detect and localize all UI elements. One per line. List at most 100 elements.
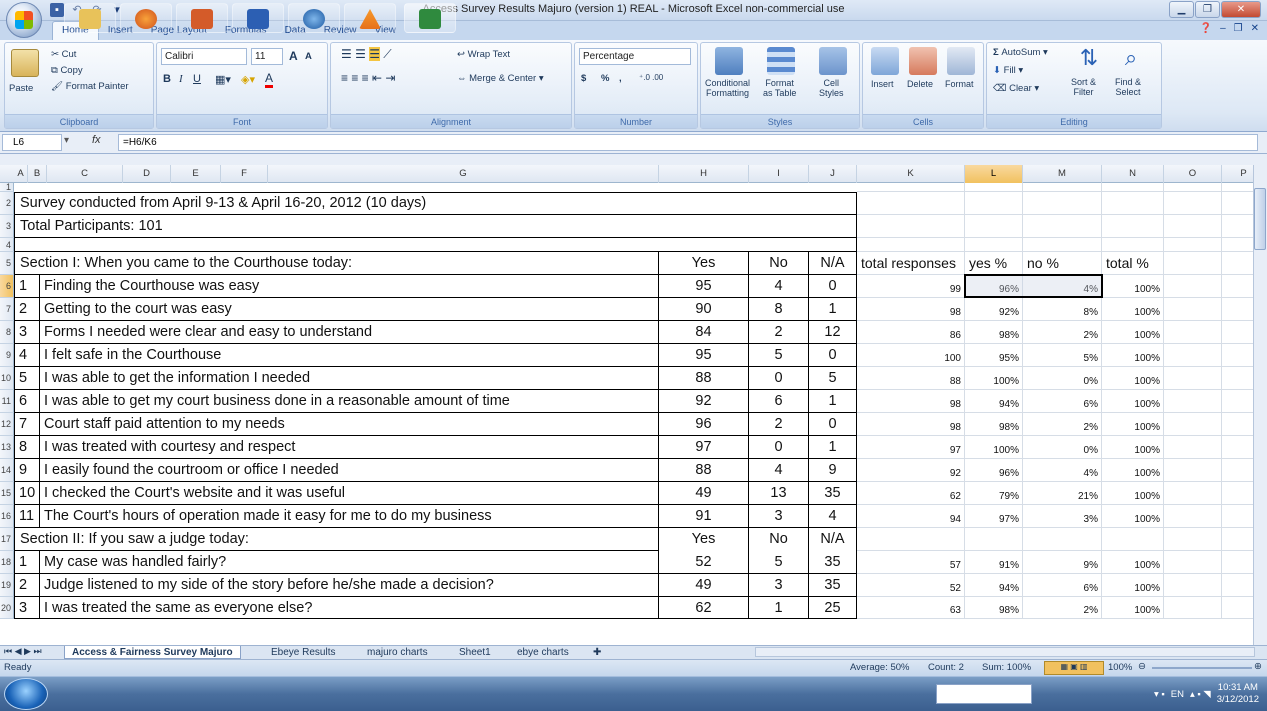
grid-cell[interactable]	[1222, 298, 1253, 321]
no-percent[interactable]: 4%	[1023, 459, 1102, 482]
grid-cell[interactable]	[1222, 367, 1253, 390]
item-number[interactable]: 6	[16, 390, 40, 413]
grid-cell[interactable]	[1102, 192, 1164, 215]
grid-cell[interactable]	[1222, 183, 1253, 192]
paste-icon[interactable]	[11, 49, 39, 77]
tray-flag-icon[interactable]: ▾ ▪	[1154, 689, 1165, 700]
grid-cell[interactable]	[1222, 413, 1253, 436]
view-buttons-icon[interactable]: ▦ ▣ ▥	[1044, 661, 1104, 675]
no-percent[interactable]: 0%	[1023, 367, 1102, 390]
total-responses[interactable]: 92	[857, 459, 965, 482]
total-responses[interactable]: 98	[857, 413, 965, 436]
na-count[interactable]: 0	[809, 413, 857, 436]
row-header[interactable]: 17	[0, 528, 14, 551]
total-responses[interactable]: 97	[857, 436, 965, 459]
question-text[interactable]: The Court's hours of operation made it e…	[40, 505, 659, 528]
grid-cell[interactable]	[857, 215, 965, 238]
no-count[interactable]: 3	[749, 574, 809, 597]
number-format-combo[interactable]: Percentage	[579, 48, 691, 65]
grid-cell[interactable]	[1222, 459, 1253, 482]
grid-cell[interactable]	[1023, 528, 1102, 551]
no-percent[interactable]: 2%	[1023, 413, 1102, 436]
question-text[interactable]: I was treated with courtesy and respect	[40, 436, 659, 459]
grid-cell[interactable]	[1222, 390, 1253, 413]
total-responses[interactable]: 86	[857, 321, 965, 344]
no-count[interactable]: No	[749, 252, 809, 275]
na-count[interactable]: 1	[809, 390, 857, 413]
help-icon[interactable]: ❓	[1200, 23, 1212, 34]
item-number[interactable]: 3	[16, 597, 40, 619]
conditional-formatting-button[interactable]: Conditional Formatting	[705, 78, 750, 98]
delete-button[interactable]: Delete	[907, 79, 933, 89]
no-percent[interactable]: 21%	[1023, 482, 1102, 505]
na-count[interactable]: 5	[809, 367, 857, 390]
item-number[interactable]: 10	[16, 482, 40, 505]
total-responses[interactable]: 57	[857, 551, 965, 574]
cut-button[interactable]: ✂ Cut	[51, 49, 76, 60]
section-text[interactable]: Section I: When you came to the Courthou…	[16, 252, 659, 275]
grid-cell[interactable]	[1164, 367, 1222, 390]
grid-cell[interactable]	[1222, 321, 1253, 344]
grid-cell[interactable]	[1222, 551, 1253, 574]
underline-button[interactable]: U	[193, 73, 201, 85]
na-count[interactable]: 1	[809, 436, 857, 459]
question-text[interactable]: Finding the Courthouse was easy	[40, 275, 659, 298]
autosum-button[interactable]: Σ AutoSum ▾	[993, 47, 1048, 58]
row-header[interactable]: 10	[0, 367, 14, 390]
section-text[interactable]: Survey conducted from April 9-13 & April…	[16, 192, 659, 215]
yes-percent[interactable]: 98%	[965, 597, 1023, 619]
total-percent[interactable]: 100%	[1102, 413, 1164, 436]
grid-cell[interactable]	[965, 528, 1023, 551]
yes-percent[interactable]: 100%	[965, 367, 1023, 390]
grid-cell[interactable]	[1023, 215, 1102, 238]
no-count[interactable]: 0	[749, 436, 809, 459]
grid-cell[interactable]	[1164, 252, 1222, 275]
copy-button[interactable]: ⧉ Copy	[51, 65, 83, 76]
yes-percent[interactable]: 100%	[965, 436, 1023, 459]
column-header-c[interactable]: C	[47, 165, 123, 183]
row-header[interactable]: 1	[0, 183, 14, 192]
column-header-j[interactable]: J	[809, 165, 857, 183]
row-header[interactable]: 7	[0, 298, 14, 321]
column-header-i[interactable]: I	[749, 165, 809, 183]
no-count[interactable]: No	[749, 528, 809, 551]
horizontal-scrollbar[interactable]	[755, 647, 1255, 657]
active-cell-selection[interactable]	[964, 274, 1103, 298]
no-count[interactable]: 5	[749, 344, 809, 367]
tray-clock[interactable]: 10:31 AM 3/12/2012	[1217, 682, 1259, 706]
yes-count[interactable]: 92	[659, 390, 749, 413]
grid-cell[interactable]	[857, 528, 965, 551]
yes-count[interactable]: 90	[659, 298, 749, 321]
column-header-a[interactable]: A	[14, 165, 28, 183]
taskbar-word[interactable]	[232, 3, 284, 33]
no-percent[interactable]: 9%	[1023, 551, 1102, 574]
sheet-tab-sheet1[interactable]: Sheet1	[452, 646, 498, 659]
item-number[interactable]: 8	[16, 436, 40, 459]
na-count[interactable]: 4	[809, 505, 857, 528]
grid-cell[interactable]	[965, 192, 1023, 215]
sheet-tab-ebye-charts[interactable]: ebye charts	[510, 646, 576, 659]
no-count[interactable]: 2	[749, 413, 809, 436]
grid-cell[interactable]	[1164, 436, 1222, 459]
no-count[interactable]: 3	[749, 505, 809, 528]
yes-percent[interactable]: 98%	[965, 321, 1023, 344]
row-header[interactable]: 13	[0, 436, 14, 459]
question-text[interactable]: I easily found the courtroom or office I…	[40, 459, 659, 482]
row-header[interactable]: 20	[0, 597, 14, 619]
font-name-combo[interactable]: Calibri	[161, 48, 247, 65]
grid-cell[interactable]	[1222, 344, 1253, 367]
grid-cell[interactable]	[857, 192, 965, 215]
item-number[interactable]: 11	[16, 505, 40, 528]
yes-count[interactable]: 52	[659, 551, 749, 574]
grid-cell[interactable]	[1164, 183, 1222, 192]
grid-cell[interactable]	[1164, 298, 1222, 321]
grid-cell[interactable]	[1164, 390, 1222, 413]
total-percent[interactable]: 100%	[1102, 597, 1164, 619]
total-responses[interactable]: 100	[857, 344, 965, 367]
yes-percent[interactable]: 91%	[965, 551, 1023, 574]
total-responses[interactable]: 88	[857, 367, 965, 390]
total-percent[interactable]: 100%	[1102, 436, 1164, 459]
align-top-icon[interactable]: ☰ ☰ ☰ ⟋	[341, 47, 392, 62]
format-as-table-button[interactable]: Format as Table	[763, 78, 796, 98]
na-count[interactable]: 0	[809, 344, 857, 367]
